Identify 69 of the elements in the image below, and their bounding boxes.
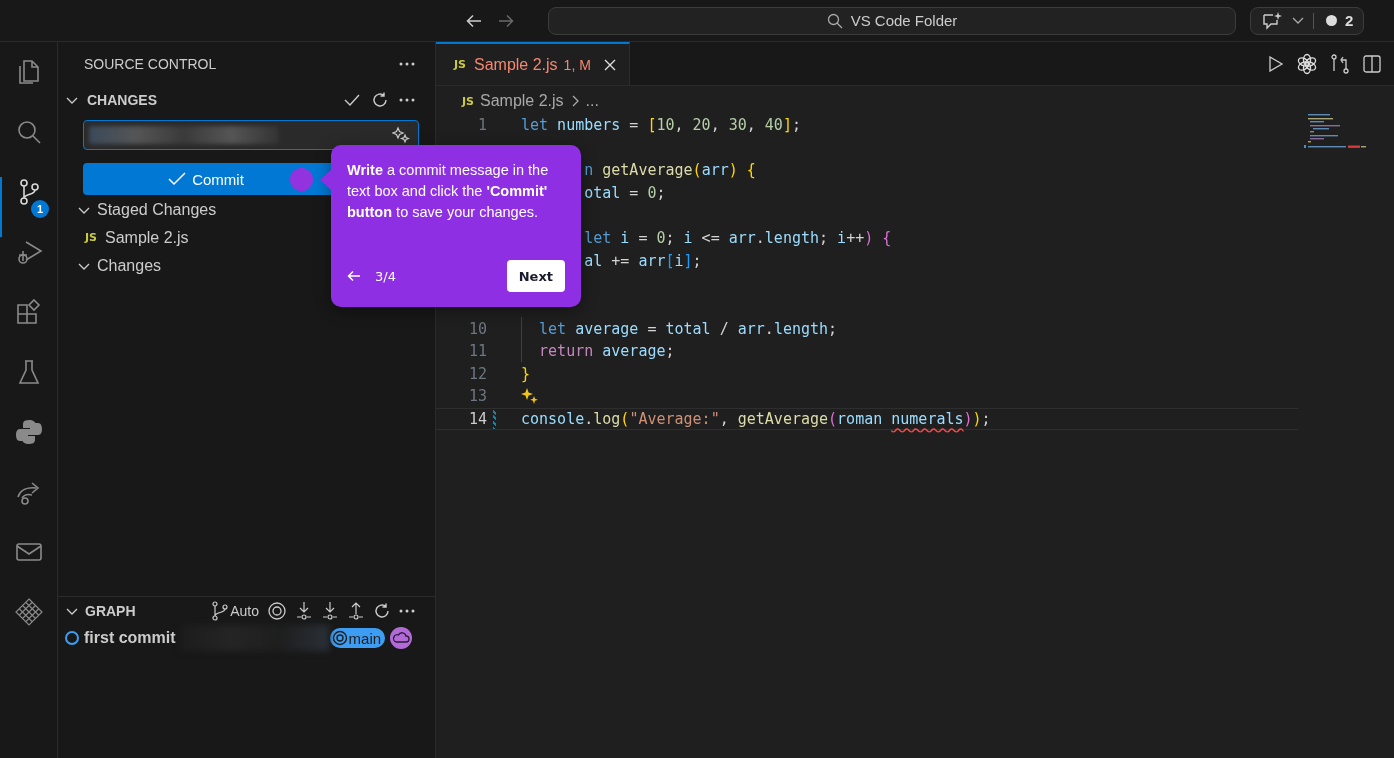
line-number: 10 <box>467 319 487 338</box>
js-file-icon: JS <box>462 94 474 108</box>
breadcrumb-item[interactable]: ... <box>585 92 599 110</box>
change-marker <box>492 408 496 430</box>
js-file-icon: JS <box>85 231 97 244</box>
group-label: Staged Changes <box>97 200 217 219</box>
branch-tag: main <box>329 628 386 648</box>
next-button[interactable]: Next <box>506 260 565 292</box>
branch-icon[interactable] <box>212 601 229 621</box>
code-line: let i = 0; i <= arr.length; i++) { <box>584 229 892 248</box>
refresh-icon[interactable] <box>373 602 391 620</box>
code-line: let numbers = [10, 20, 30, 40]; <box>521 116 801 135</box>
code-line: } <box>521 364 531 383</box>
close-icon[interactable] <box>602 57 617 72</box>
code-line: n getAverage(arr) { <box>584 161 756 180</box>
workspace-name: VS Code Folder <box>850 12 958 29</box>
commit-item[interactable]: first commit main <box>58 623 435 653</box>
code-line: al += arr[i]; <box>584 251 702 270</box>
panel-title: SOURCE CONTROL <box>84 56 217 72</box>
compare-changes-icon[interactable] <box>1330 53 1350 74</box>
status-dot-icon <box>1326 15 1337 26</box>
more-icon[interactable] <box>399 62 415 66</box>
tab-status: 1, M <box>563 56 591 73</box>
check-icon <box>168 172 187 186</box>
target-icon <box>331 630 348 646</box>
activity-item[interactable]: 1 <box>0 177 57 237</box>
code-line: otal = 0; <box>584 184 666 203</box>
diamond-grid-icon <box>13 597 44 627</box>
run-icon[interactable] <box>1266 54 1284 73</box>
push-icon[interactable] <box>347 601 365 621</box>
chevron-down-icon[interactable] <box>1291 15 1305 26</box>
line-number: 13 <box>467 387 487 406</box>
section-title[interactable]: GRAPH <box>85 603 136 619</box>
line-number: 11 <box>467 342 487 361</box>
section-title[interactable]: CHANGES <box>87 92 157 108</box>
split-editor-icon[interactable] <box>1362 53 1382 74</box>
back-arrow-icon[interactable] <box>347 270 361 282</box>
python-icon <box>13 417 44 447</box>
search-icon <box>826 12 843 29</box>
sparkle-icon[interactable] <box>392 126 410 144</box>
file-name: Sample 2.js <box>105 228 189 247</box>
code-line: console.log("Average:", getAverage(roman numerals)); <box>521 410 991 428</box>
mode-label[interactable]: Auto <box>230 603 259 619</box>
command-center[interactable]: VS Code Folder <box>548 6 1236 35</box>
pull-icon[interactable] <box>321 601 339 621</box>
editor-tab[interactable]: JS Sample 2.js 1, M <box>436 42 630 85</box>
js-file-icon: JS <box>454 58 466 71</box>
line-number: 14 <box>467 410 487 428</box>
commit-node-icon <box>65 631 79 645</box>
commit-message-field[interactable] <box>83 120 419 150</box>
more-icon[interactable] <box>399 98 415 102</box>
count-badge: 1 <box>31 200 49 218</box>
notification-count[interactable]: 2 <box>1345 12 1354 29</box>
code-line: let average = total / arr.length; <box>539 319 838 338</box>
knot-icon[interactable] <box>1296 52 1318 75</box>
chat-sparkle-icon[interactable] <box>1261 10 1283 31</box>
line-number: 12 <box>467 364 487 383</box>
refresh-icon[interactable] <box>371 91 389 109</box>
fetch-icon[interactable] <box>295 601 313 621</box>
cloud-avatar-icon <box>390 627 413 649</box>
group-label: Changes <box>97 256 162 275</box>
tab-title: Sample 2.js <box>474 55 558 74</box>
code-line: return average; <box>539 342 675 361</box>
step-counter: 3/4 <box>375 268 396 284</box>
target-icon[interactable] <box>267 601 287 621</box>
breadcrumb-item[interactable]: Sample 2.js <box>480 92 564 110</box>
more-icon[interactable] <box>399 609 415 613</box>
commit-message: first commit <box>84 629 176 647</box>
line-number: 1 <box>476 116 487 135</box>
